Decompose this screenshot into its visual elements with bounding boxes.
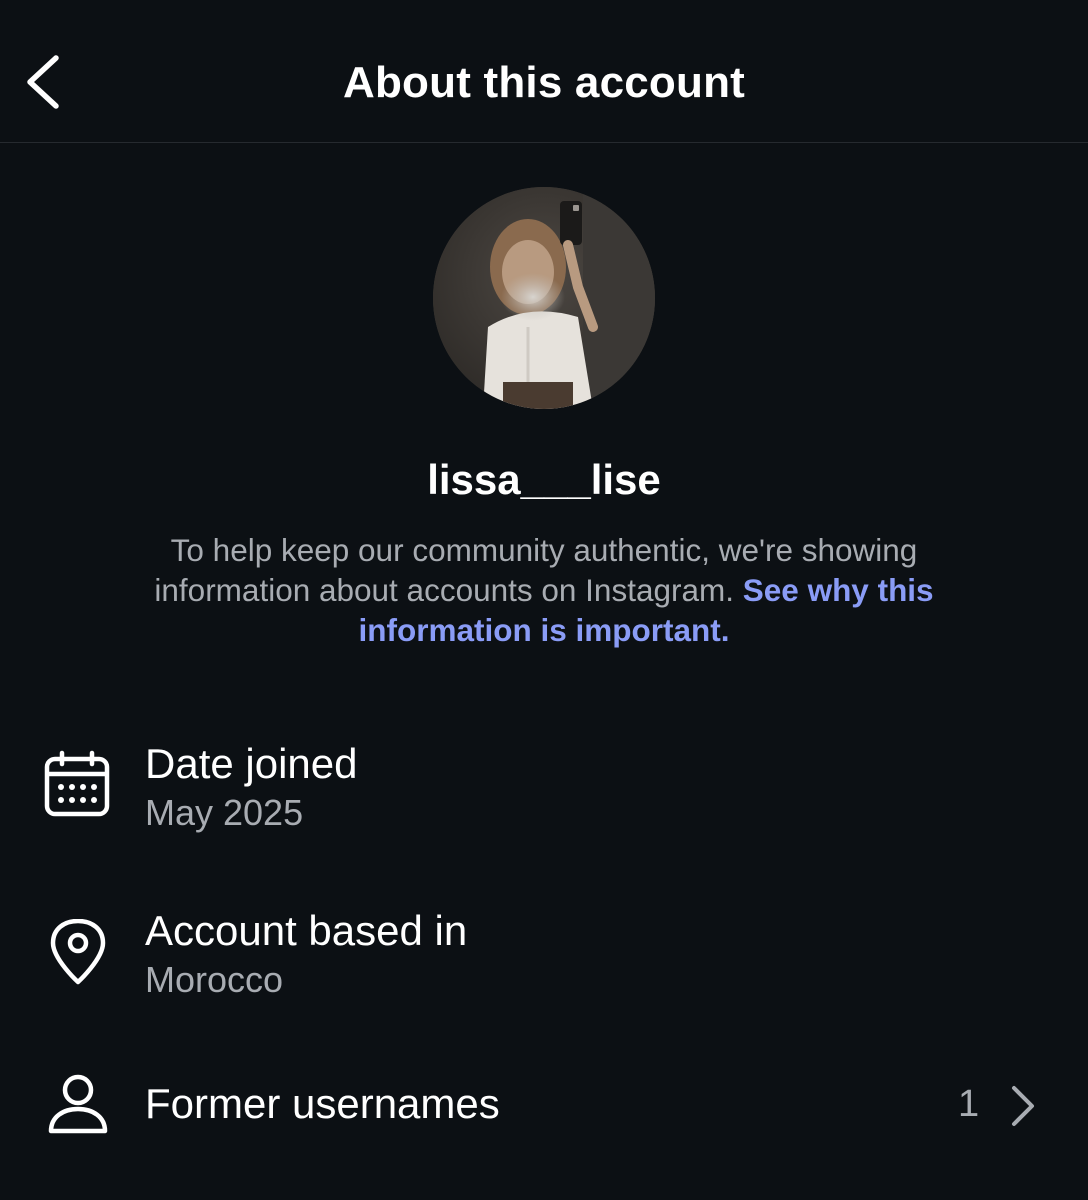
date-joined-value: May 2025	[145, 792, 304, 833]
chevron-right-icon	[1008, 1084, 1036, 1128]
former-usernames-count: 1	[958, 1083, 980, 1125]
account-based-in-row: Account based in Morocco	[0, 897, 1088, 1017]
calendar-icon	[40, 750, 116, 820]
account-based-in-value: Morocco	[145, 959, 284, 1000]
location-pin-icon	[40, 919, 116, 985]
account-based-in-label: Account based in	[145, 907, 468, 954]
date-joined-label: Date joined	[145, 740, 358, 787]
date-joined-row: Date joined May 2025	[0, 730, 1088, 850]
page-title: About this account	[342, 58, 746, 107]
profile-photo	[433, 187, 655, 409]
former-usernames-label: Former usernames	[145, 1080, 500, 1127]
former-usernames-row[interactable]: Former usernames 1	[0, 1060, 1088, 1150]
top-bar: About this account	[0, 0, 1088, 143]
info-text-block: To help keep our community authentic, we…	[90, 530, 998, 650]
username: lissa___lise	[427, 456, 661, 503]
avatar	[433, 187, 655, 409]
person-icon	[40, 1073, 116, 1137]
